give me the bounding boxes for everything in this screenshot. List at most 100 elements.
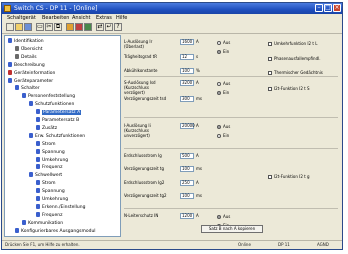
tree-item-label: Zusätz (42, 125, 58, 131)
copy-icon[interactable]: ⧉ (54, 23, 62, 31)
option-checkbox[interactable]: Thermischer Gedächtnis (268, 70, 323, 75)
field-value-input[interactable]: 1200 (180, 213, 194, 219)
save-icon[interactable] (24, 23, 32, 31)
field-value-input[interactable]: 500 (180, 153, 194, 159)
radio-aus[interactable]: Aus (217, 214, 230, 219)
compare-icon[interactable]: ⇄ (96, 23, 104, 31)
tree-item[interactable]: Parametersatz A (36, 109, 82, 116)
tree-item[interactable]: Spannung (36, 188, 65, 195)
field-unit: A (196, 153, 199, 158)
menu-extras[interactable]: Extras (96, 14, 112, 22)
maximize-icon[interactable]: □ (324, 4, 332, 12)
tree-node-icon (29, 172, 33, 178)
field-unit: % (196, 68, 200, 73)
tree-item[interactable]: Umkehrung (36, 156, 69, 164)
upload-icon[interactable] (75, 23, 83, 31)
tree-item-label: Schwellwert (35, 173, 63, 179)
status-hint: Drücken Sie F1, um Hilfe zu erhalten. (5, 242, 80, 247)
help-icon[interactable]: ? (114, 23, 122, 31)
option-checkbox[interactable]: I2t-Funktion I2 t g (268, 174, 310, 179)
copy-parameter-set-button[interactable]: Satz B nach A kopieren (201, 225, 263, 233)
field-value-input[interactable]: 300 (180, 96, 194, 102)
tree-item[interactable]: Parametersatz B (36, 117, 79, 124)
tree-item[interactable]: Personenfeststellung (22, 93, 75, 100)
tree-item[interactable]: Übersicht (15, 45, 43, 53)
tree-item[interactable]: Kommunikation (22, 219, 64, 227)
paste-icon[interactable]: ↵ (105, 23, 113, 31)
radio-ein[interactable]: Ein (217, 90, 229, 95)
open-icon[interactable] (15, 23, 23, 31)
radio-aus[interactable]: Aus (217, 40, 230, 45)
tree-item[interactable]: Schalter (15, 85, 40, 92)
print-icon[interactable]: ▭ (36, 23, 44, 31)
close-icon[interactable]: × (333, 4, 341, 12)
download-icon[interactable] (84, 23, 92, 31)
radio-aus[interactable]: Aus (217, 124, 230, 129)
menu-hilfe[interactable]: Hilfe (116, 14, 127, 22)
field-value-input[interactable]: 3200 (180, 80, 194, 86)
option-checkbox[interactable]: Phasenausfallempfindl. (268, 56, 321, 61)
tree-item[interactable]: Geräteparameter (8, 77, 54, 85)
tree-item-label: Kommunikation (28, 220, 64, 226)
field-unit: A (196, 213, 199, 218)
toolbar: ▭ ✂ ⧉ ⇄ ↵ ? (2, 22, 342, 34)
tree-item[interactable]: Konfigurierbares Ausgangsmodul (15, 227, 96, 235)
tree-item[interactable]: Schutzfunktionen (29, 101, 74, 108)
tree-node-icon (8, 69, 12, 75)
field-value-input[interactable]: 20000 (180, 123, 195, 129)
menu-bar: Schaltgerät Bearbeiten Ansicht Extras Hi… (2, 14, 342, 22)
option-checkbox[interactable]: Umkehrfunktion I2 t L (268, 41, 317, 46)
tree-item-label: Schutzfunktionen (35, 102, 75, 108)
field-value-input[interactable]: 12 (180, 54, 194, 60)
section-divider (124, 117, 338, 118)
field-value-input[interactable]: 100 (180, 68, 194, 74)
menu-ansicht[interactable]: Ansicht (72, 14, 90, 22)
tree-item[interactable]: Erkenn./Einstellung (36, 203, 86, 211)
field-value-input[interactable]: 250 (180, 180, 194, 186)
tree-item[interactable]: Strom (36, 140, 56, 148)
field-value-input[interactable]: 100 (180, 193, 194, 199)
radio-dot-icon (217, 134, 221, 138)
window-title: Switch CS - DP 11 - [Online] (14, 5, 98, 12)
tree-item[interactable]: Details (15, 53, 37, 61)
tree-item-label: Geräteinformation (14, 70, 56, 76)
tree-item-label: Geräteparameter (14, 78, 54, 84)
radio-aus[interactable]: Aus (217, 81, 230, 86)
parameter-form: L-Auslösung Ir (Überlast) 1600 A Trägheitsg… (123, 35, 341, 237)
tree-item[interactable]: Zusätz (36, 124, 58, 132)
tree-item[interactable]: Beschreibung (8, 61, 45, 69)
field-value-input[interactable]: 1600 (180, 39, 194, 45)
tree-item-label: Spannung (42, 189, 65, 195)
new-icon[interactable] (6, 23, 14, 31)
menu-schaltgeraet[interactable]: Schaltgerät (7, 14, 36, 22)
radio-ein[interactable]: Ein (217, 133, 229, 138)
tree-item-label: Umkehrung (42, 157, 69, 163)
tree-item-label: Erkenn./Einstellung (42, 204, 86, 210)
title-bar[interactable]: Switch CS - DP 11 - [Online] – □ × (2, 3, 342, 14)
tree-item[interactable]: Geräteinformation (8, 69, 56, 77)
tree-item[interactable]: Umkehrung (36, 196, 68, 203)
option-checkbox[interactable]: I2t-Funktion I2 t S (268, 86, 310, 91)
tree-node-icon (36, 148, 40, 154)
tree-item-label: Übersicht (21, 46, 43, 52)
tree-item[interactable]: Strom (36, 180, 56, 187)
tree-node-icon (36, 180, 40, 186)
device-icon[interactable] (66, 23, 74, 31)
tree-item[interactable]: Frequenz (36, 164, 62, 171)
tree-item[interactable]: Identifikation (8, 38, 44, 45)
application-window: Switch CS - DP 11 - [Online] – □ × Schal… (1, 2, 343, 250)
menu-bearbeiten[interactable]: Bearbeiten (42, 14, 69, 22)
tree-node-icon (15, 227, 19, 233)
cut-icon[interactable]: ✂ (45, 23, 53, 31)
minimize-icon[interactable]: – (315, 4, 323, 12)
checkbox-box-icon (268, 42, 272, 46)
field-unit: A (196, 80, 199, 85)
tree-item[interactable]: Spannung (36, 148, 65, 156)
radio-ein[interactable]: Ein (217, 49, 229, 54)
tree-item[interactable]: Schwellwert (29, 172, 62, 179)
tree-item[interactable]: Frequenz (36, 211, 62, 219)
field-value-input[interactable]: 100 (180, 166, 194, 172)
field-label: L-Auslösung Ir (Überlast) (124, 39, 153, 49)
tree-item[interactable]: Erw. Schutzfunktionen (29, 132, 85, 140)
tree-item-label: Konfigurierbares Ausgangsmodul (21, 228, 96, 234)
